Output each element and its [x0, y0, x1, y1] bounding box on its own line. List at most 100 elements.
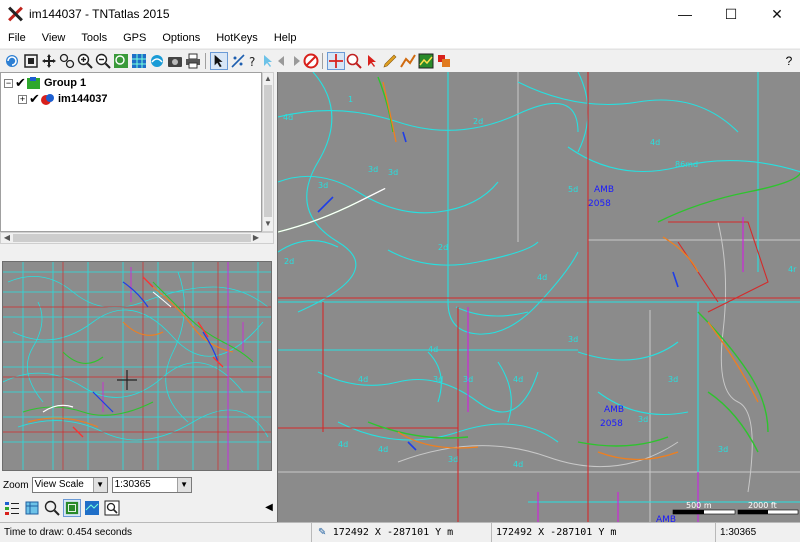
overview-icon[interactable]	[63, 499, 81, 517]
select-tool-icon[interactable]	[210, 52, 228, 70]
layer-tree-horizontal-scrollbar[interactable]: ◀ ▶	[0, 232, 274, 244]
left-panel: − ✔ Group 1 + ✔ im144037 ▲ ▼ ◀ ▶ Zoom Vi…	[0, 72, 276, 522]
svg-text:4d: 4d	[513, 375, 523, 384]
zoom-grid-icon[interactable]	[130, 52, 148, 70]
horizontal-scroll-thumb[interactable]	[13, 234, 251, 242]
zoom-to-layer-icon[interactable]	[112, 52, 130, 70]
map-label: AMB	[604, 405, 624, 415]
minimize-button[interactable]: —	[662, 0, 708, 28]
red-arrow-icon[interactable]	[363, 52, 381, 70]
overview-map-graphic	[3, 262, 271, 470]
scale-bar-label-2: 2000 ft	[748, 501, 777, 510]
svg-text:5d: 5d	[568, 185, 578, 194]
layer-label[interactable]: im144037	[58, 93, 108, 105]
pan-icon[interactable]	[40, 52, 58, 70]
svg-text:3d: 3d	[463, 375, 473, 384]
zoom-view-icon[interactable]	[103, 499, 121, 517]
svg-text:3d: 3d	[638, 415, 648, 424]
layer-tool-icon[interactable]	[435, 52, 453, 70]
zoom-scale-select[interactable]: 1:30365 ▼	[111, 477, 192, 493]
zoom-mode-select[interactable]: View Scale ▼	[31, 477, 108, 493]
tree-layer-row[interactable]: + ✔ im144037	[18, 91, 108, 107]
svg-text:86md: 86md	[675, 160, 698, 169]
zoom-label: Zoom	[3, 479, 29, 491]
status-bar: Time to draw: 0.454 seconds ✎ 172492 X -…	[0, 522, 800, 542]
scroll-right-icon[interactable]: ▶	[251, 233, 261, 243]
print-icon[interactable]	[184, 52, 202, 70]
chevron-down-icon[interactable]: ▼	[176, 478, 191, 492]
overview-crosshair-icon	[117, 370, 137, 390]
sketch-line-icon[interactable]	[399, 52, 417, 70]
main-toolbar: ? ?	[0, 49, 800, 71]
svg-text:3d: 3d	[718, 445, 728, 454]
georeference-icon[interactable]	[148, 52, 166, 70]
window-title: im144037 - TNTatlas 2015	[29, 7, 170, 21]
menu-tools[interactable]: Tools	[73, 28, 115, 48]
legend-icon[interactable]	[3, 499, 21, 517]
menu-view[interactable]: View	[34, 28, 74, 48]
scroll-left-icon[interactable]: ◀	[2, 233, 12, 243]
toolbar-separator	[205, 53, 206, 69]
stop-icon[interactable]	[302, 52, 320, 70]
scroll-up-icon[interactable]: ▲	[263, 74, 273, 84]
camera-icon[interactable]	[166, 52, 184, 70]
maximize-button[interactable]: ☐	[708, 0, 754, 28]
group-check-icon[interactable]: ✔	[15, 75, 27, 91]
svg-text:3d: 3d	[388, 168, 398, 177]
menu-hotkeys[interactable]: HotKeys	[208, 28, 266, 48]
menu-options[interactable]: Options	[154, 28, 208, 48]
app-logo-icon	[7, 6, 23, 22]
layer-tree-vertical-scrollbar[interactable]: ▲ ▼	[262, 72, 274, 232]
help-icon[interactable]: ?	[780, 52, 798, 70]
svg-text:3d: 3d	[433, 375, 443, 384]
svg-text:4d: 4d	[513, 460, 523, 469]
svg-text:4d: 4d	[283, 113, 293, 122]
coords-projected-value: 172492 X -287101 Y m	[332, 527, 454, 538]
svg-text:4d: 4d	[338, 440, 348, 449]
group-icon	[27, 76, 41, 90]
draw-time: Time to draw: 0.454 seconds	[0, 523, 312, 542]
svg-text:3d: 3d	[668, 375, 678, 384]
group-expander[interactable]: −	[4, 78, 13, 88]
chevron-down-icon[interactable]: ▼	[92, 478, 107, 492]
toolbar-separator	[322, 53, 323, 69]
map-label: AMB	[594, 185, 614, 195]
collapse-panel-icon[interactable]: ◀	[260, 499, 278, 517]
group-label[interactable]: Group 1	[44, 77, 86, 89]
crosshair-icon[interactable]	[327, 52, 345, 70]
coords-projected: ✎ 172492 X -287101 Y m	[312, 523, 492, 542]
redraw-icon[interactable]	[3, 52, 21, 70]
find-icon[interactable]	[43, 499, 61, 517]
overview-map[interactable]	[2, 261, 272, 471]
menu-gps[interactable]: GPS	[115, 28, 154, 48]
full-view-icon[interactable]	[22, 52, 40, 70]
close-button[interactable]: ✕	[754, 0, 800, 28]
zoom-box-icon[interactable]	[58, 52, 76, 70]
map-thumb-icon[interactable]	[83, 499, 101, 517]
window-controls: — ☐ ✕	[662, 0, 800, 28]
scale-bar	[672, 509, 799, 515]
vertical-scroll-thumb[interactable]	[264, 85, 272, 217]
zoom-in-icon[interactable]	[76, 52, 94, 70]
svg-text:2d: 2d	[473, 117, 483, 126]
sketch-pencil-icon[interactable]	[381, 52, 399, 70]
map-view[interactable]: 4d 1 2d 4d 86md 3d 3d 3d 5d 2d 2d 4d 4d …	[277, 72, 800, 522]
zoom-scale-value: 1:30365	[114, 479, 151, 490]
menu-help[interactable]: Help	[266, 28, 305, 48]
layer-expander[interactable]: +	[18, 94, 27, 104]
menu-file[interactable]: File	[0, 28, 34, 48]
map-label: AMB	[656, 515, 676, 522]
svg-text:3d: 3d	[368, 165, 378, 174]
status-scale: 1:30365	[720, 527, 757, 538]
scroll-down-icon[interactable]: ▼	[263, 219, 273, 229]
zoom-out-icon[interactable]	[94, 52, 112, 70]
image-layer-icon[interactable]	[417, 52, 435, 70]
zoom-red-icon[interactable]	[345, 52, 363, 70]
tree-group-row[interactable]: − ✔ Group 1	[4, 75, 86, 91]
gps-icon: ✎	[318, 527, 327, 538]
svg-text:4r: 4r	[788, 265, 797, 274]
svg-text:3d: 3d	[568, 335, 578, 344]
layer-check-icon[interactable]: ✔	[29, 91, 41, 107]
svg-text:4d: 4d	[537, 273, 547, 282]
layer-manager-icon[interactable]	[23, 499, 41, 517]
